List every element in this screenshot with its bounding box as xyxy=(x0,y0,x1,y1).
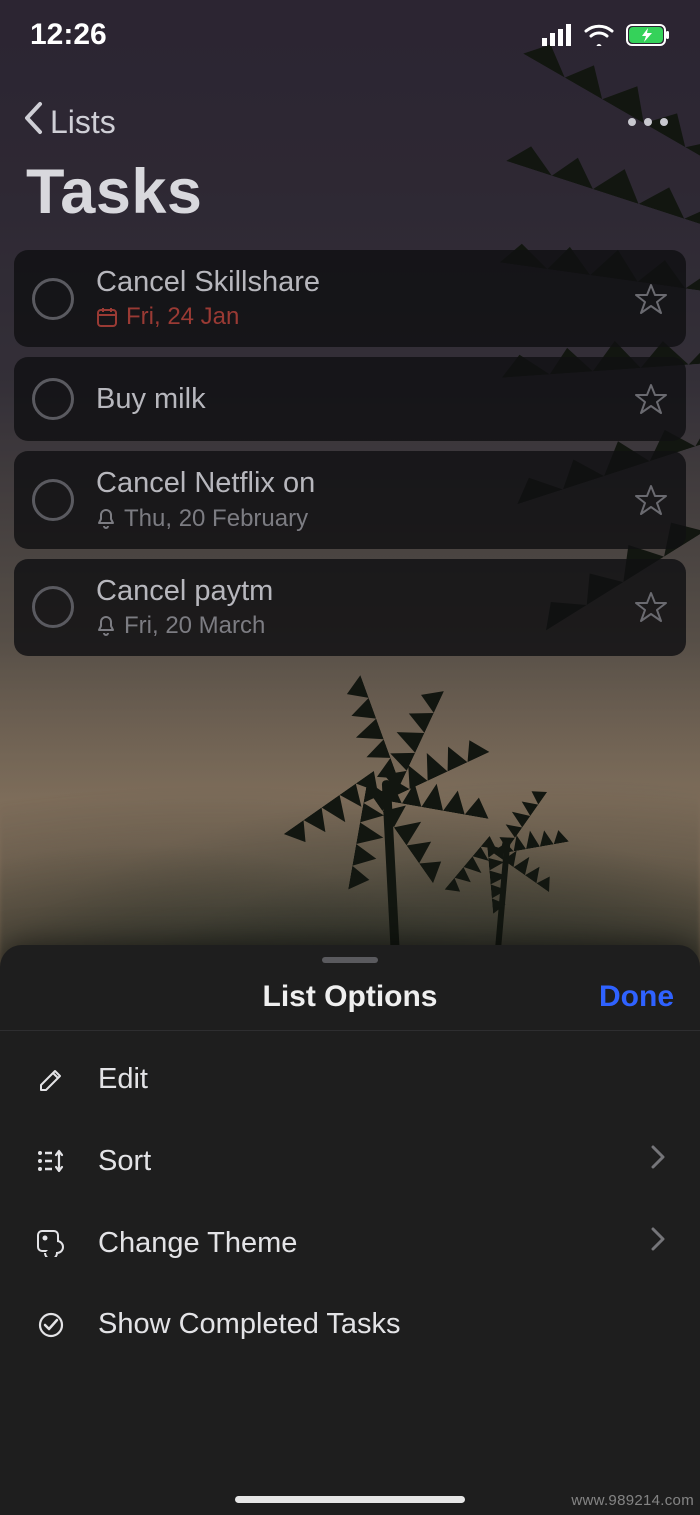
task-checkbox[interactable] xyxy=(32,278,74,320)
pencil-icon xyxy=(34,1066,68,1094)
status-right xyxy=(542,24,670,46)
task-row[interactable]: Cancel Netflix on Thu, 20 February xyxy=(14,451,686,548)
task-list: Cancel Skillshare Fri, 24 Jan Buy milk xyxy=(14,250,686,656)
cellular-icon xyxy=(542,24,572,46)
task-checkbox[interactable] xyxy=(32,479,74,521)
done-button[interactable]: Done xyxy=(599,980,674,1014)
sheet-item-edit[interactable]: Edit xyxy=(0,1039,700,1120)
task-checkbox[interactable] xyxy=(32,586,74,628)
battery-charging-icon xyxy=(626,24,670,46)
task-title: Cancel Skillshare xyxy=(96,266,612,299)
task-row[interactable]: Cancel Skillshare Fri, 24 Jan xyxy=(14,250,686,347)
star-button[interactable] xyxy=(634,282,668,316)
sheet-items: Edit Sort Change Theme xyxy=(0,1031,700,1373)
star-button[interactable] xyxy=(634,483,668,517)
wifi-icon xyxy=(584,24,614,46)
task-date: Fri, 20 March xyxy=(124,612,265,640)
page-title: Tasks xyxy=(26,156,202,228)
sheet-item-change-theme[interactable]: Change Theme xyxy=(0,1202,700,1284)
nav-header: Lists xyxy=(0,95,700,149)
home-indicator[interactable] xyxy=(235,1496,465,1503)
watermark: www.989214.com xyxy=(571,1492,694,1509)
task-row[interactable]: Buy milk xyxy=(14,357,686,441)
star-button[interactable] xyxy=(634,382,668,416)
dot-icon xyxy=(660,118,668,126)
sheet-item-label: Edit xyxy=(98,1063,666,1096)
back-button[interactable]: Lists xyxy=(22,101,116,143)
sort-icon xyxy=(34,1148,68,1174)
dot-icon xyxy=(644,118,652,126)
task-date: Fri, 24 Jan xyxy=(126,303,239,331)
status-time: 12:26 xyxy=(30,18,107,52)
status-bar: 12:26 xyxy=(0,0,700,70)
task-meta: Fri, 20 March xyxy=(96,612,612,640)
task-date: Thu, 20 February xyxy=(124,505,308,533)
back-label: Lists xyxy=(50,104,116,141)
chevron-right-icon xyxy=(650,1144,666,1178)
sheet-item-label: Change Theme xyxy=(98,1227,620,1260)
task-meta: Fri, 24 Jan xyxy=(96,303,612,331)
task-checkbox[interactable] xyxy=(32,378,74,420)
bell-icon xyxy=(96,615,116,637)
dot-icon xyxy=(628,118,636,126)
theme-icon xyxy=(34,1229,68,1257)
chevron-right-icon xyxy=(650,1226,666,1260)
sheet-header: List Options Done xyxy=(0,963,700,1031)
app-screen: 12:26 Lists Tasks xyxy=(0,0,700,1515)
sheet-item-label: Sort xyxy=(98,1145,620,1178)
list-options-sheet: List Options Done Edit Sort xyxy=(0,945,700,1515)
sheet-title: List Options xyxy=(263,980,438,1014)
task-row[interactable]: Cancel paytm Fri, 20 March xyxy=(14,559,686,656)
sheet-item-label: Show Completed Tasks xyxy=(98,1308,666,1341)
sheet-item-sort[interactable]: Sort xyxy=(0,1120,700,1202)
task-title: Buy milk xyxy=(96,383,612,416)
task-meta: Thu, 20 February xyxy=(96,505,612,533)
more-menu-button[interactable] xyxy=(618,108,678,136)
calendar-icon xyxy=(96,306,118,328)
check-circle-icon xyxy=(34,1311,68,1339)
chevron-left-icon xyxy=(22,101,44,143)
star-button[interactable] xyxy=(634,590,668,624)
task-title: Cancel paytm xyxy=(96,575,612,608)
sheet-item-show-completed[interactable]: Show Completed Tasks xyxy=(0,1284,700,1365)
bell-icon xyxy=(96,508,116,530)
task-title: Cancel Netflix on xyxy=(96,467,612,500)
